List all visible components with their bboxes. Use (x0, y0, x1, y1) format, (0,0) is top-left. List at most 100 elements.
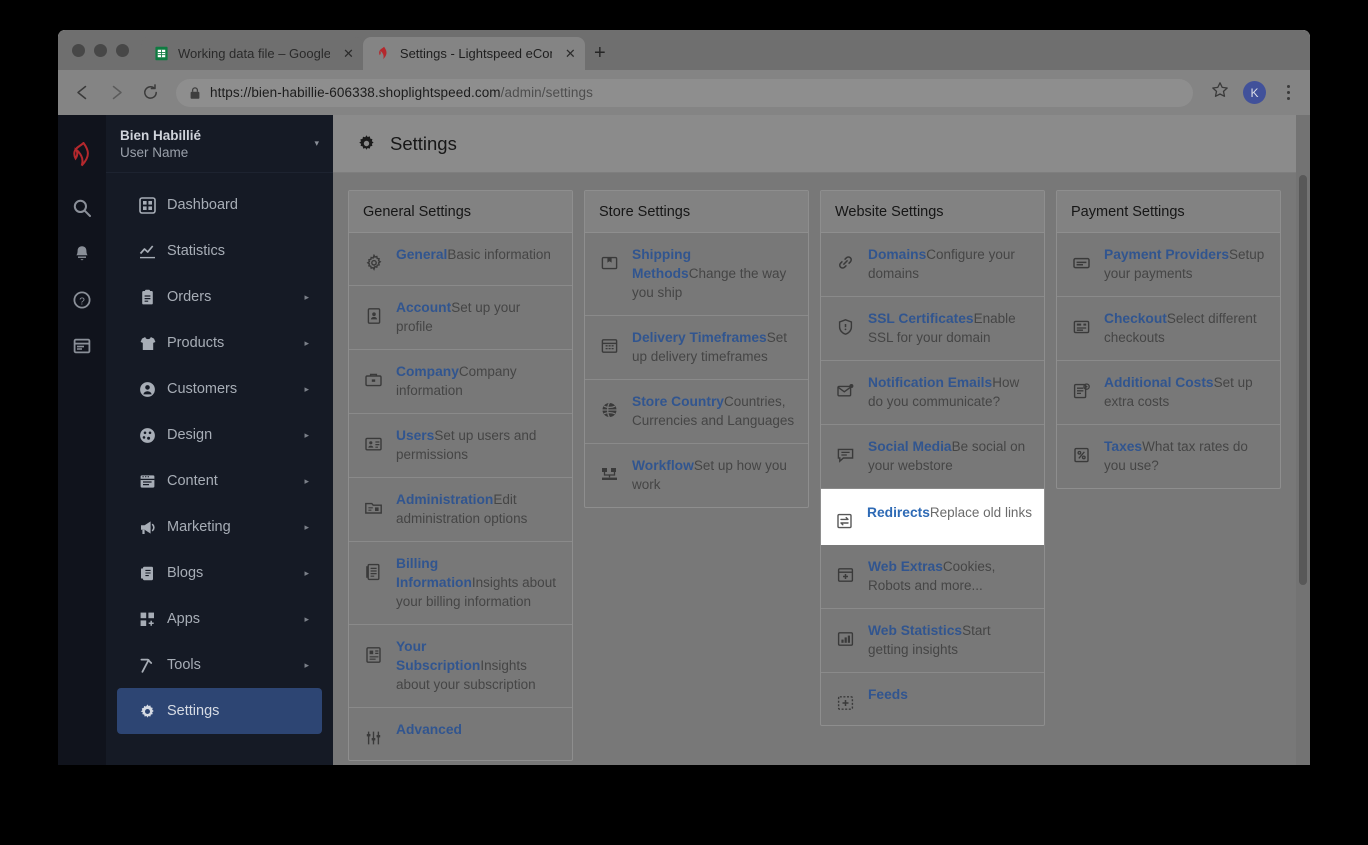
sidebar-item-marketing[interactable]: Marketing ▸ (117, 504, 322, 550)
lightspeed-flame-logo (58, 127, 106, 185)
sidebar-item-orders[interactable]: Orders ▸ (117, 274, 322, 320)
settings-row-redirects[interactable]: RedirectsReplace old links (821, 489, 1044, 545)
sidebar-item-label: Marketing (167, 519, 231, 535)
design-palette-icon (139, 427, 167, 444)
checkout-register-icon (1071, 309, 1092, 336)
sidebar-item-blogs[interactable]: Blogs ▸ (117, 550, 322, 596)
row-title: Taxes (1104, 439, 1143, 454)
settings-row-billing-information[interactable]: Billing InformationInsights about your b… (349, 542, 572, 625)
sidebar-item-label: Apps (167, 611, 201, 627)
sidebar-item-statistics[interactable]: Statistics (117, 228, 322, 274)
tab-title: Working data file – Google She (178, 46, 330, 61)
gear-icon (363, 245, 384, 272)
vertical-scrollbar[interactable] (1299, 175, 1307, 755)
sidebar-item-customers[interactable]: Customers ▸ (117, 366, 322, 412)
new-tab-button[interactable]: + (585, 37, 615, 70)
settings-row-feeds[interactable]: Feeds (821, 673, 1044, 725)
sidebar-item-label: Orders (167, 289, 212, 305)
webstore-window-icon[interactable] (58, 323, 106, 369)
browser-menu-button[interactable] (1280, 85, 1296, 100)
settings-row-general[interactable]: GeneralBasic information (349, 233, 572, 286)
dashboard-grid-icon (139, 196, 167, 214)
minimize-window-button[interactable] (94, 43, 107, 57)
statistics-chart-icon (139, 243, 167, 260)
settings-row-store-country[interactable]: Store CountryCountries, Currencies and L… (585, 380, 808, 444)
help-question-icon[interactable]: ? (58, 277, 106, 323)
submenu-arrow: ▸ (304, 291, 309, 302)
gear-icon (357, 134, 376, 153)
advanced-sliders-icon (363, 720, 384, 747)
bookmark-star-icon[interactable] (1211, 81, 1229, 104)
back-button[interactable] (72, 83, 92, 103)
forward-button[interactable] (106, 83, 126, 103)
redirect-arrows-icon (834, 503, 855, 530)
settings-row-administration[interactable]: AdministrationEdit administration option… (349, 478, 572, 542)
settings-row-shipping-methods[interactable]: Shipping MethodsChange the way you ship (585, 233, 808, 316)
settings-row-users[interactable]: UsersSet up users and permissions (349, 414, 572, 478)
row-title: Billing Information (396, 556, 472, 590)
browser-tab-lightspeed-settings[interactable]: Settings - Lightspeed eCom ✕ (362, 37, 585, 70)
settings-row-checkout[interactable]: CheckoutSelect different checkouts (1057, 297, 1280, 361)
settings-row-taxes[interactable]: TaxesWhat tax rates do you use? (1057, 425, 1280, 488)
sidebar-item-design[interactable]: Design ▸ (117, 412, 322, 458)
settings-row-advanced[interactable]: Advanced (349, 708, 572, 760)
scrollbar-thumb[interactable] (1299, 175, 1307, 585)
settings-row-your-subscription[interactable]: Your SubscriptionInsights about your sub… (349, 625, 572, 708)
submenu-arrow: ▸ (304, 383, 309, 394)
settings-row-notification-emails[interactable]: Notification EmailsHow do you communicat… (821, 361, 1044, 425)
apps-grid-plus-icon (139, 611, 167, 628)
notifications-bell-icon[interactable] (58, 231, 106, 277)
row-title: Checkout (1104, 311, 1167, 326)
settings-row-web-extras[interactable]: Web ExtrasCookies, Robots and more... (821, 545, 1044, 609)
settings-row-delivery-timeframes[interactable]: Delivery TimeframesSet up delivery timef… (585, 316, 808, 380)
sidebar-item-label: Content (167, 473, 218, 489)
reload-button[interactable] (140, 83, 160, 103)
sidebar-item-products[interactable]: Products ▸ (117, 320, 322, 366)
close-window-button[interactable] (72, 43, 85, 57)
settings-row-ssl-certificates[interactable]: SSL CertificatesEnable SSL for your doma… (821, 297, 1044, 361)
window-controls (70, 30, 141, 70)
close-tab-button[interactable]: ✕ (565, 47, 576, 60)
row-title: Account (396, 300, 452, 315)
card-heading: Store Settings (585, 191, 808, 233)
shipping-box-icon (599, 245, 620, 272)
settings-row-social-media[interactable]: Social MediaBe social on your webstore (821, 425, 1044, 489)
address-bar[interactable]: https://bien-habillie-606338.shoplightsp… (176, 78, 1193, 107)
settings-row-additional-costs[interactable]: Additional CostsSet up extra costs (1057, 361, 1280, 425)
settings-row-workflow[interactable]: WorkflowSet up how you work (585, 444, 808, 507)
row-title: Feeds (868, 687, 908, 702)
percent-box-icon (1071, 437, 1092, 464)
marketing-megaphone-icon (139, 519, 167, 536)
submenu-arrow: ▸ (304, 337, 309, 348)
sidebar-nav: Bien Habillié User Name ▾ Dashboard Stat… (106, 115, 333, 765)
row-title: Redirects (867, 505, 930, 520)
url-path: /admin/settings (500, 85, 593, 100)
sidebar-menu: Dashboard Statistics Orders ▸ Products ▸… (106, 173, 333, 734)
calendar-grid-icon (599, 328, 620, 355)
settings-row-account[interactable]: AccountSet up your profile (349, 286, 572, 350)
settings-card-website: Website Settings DomainsConfigure your d… (820, 190, 1045, 726)
submenu-arrow: ▸ (304, 567, 309, 578)
settings-row-domains[interactable]: DomainsConfigure your domains (821, 233, 1044, 297)
maximize-window-button[interactable] (116, 43, 129, 57)
invoice-icon (363, 554, 384, 581)
chevron-down-icon[interactable]: ▾ (314, 138, 319, 149)
additional-costs-doc-icon (1071, 373, 1092, 400)
sidebar-item-apps[interactable]: Apps ▸ (117, 596, 322, 642)
settings-card-general: General Settings GeneralBasic informatio… (348, 190, 573, 761)
settings-row-payment-providers[interactable]: Payment ProvidersSetup your payments (1057, 233, 1280, 297)
settings-row-company[interactable]: CompanyCompany information (349, 350, 572, 414)
sidebar-item-content[interactable]: Content ▸ (117, 458, 322, 504)
search-icon[interactable] (58, 185, 106, 231)
sidebar-item-label: Tools (167, 657, 201, 673)
sidebar-item-settings[interactable]: Settings (117, 688, 322, 734)
browser-tab-google-sheets[interactable]: Working data file – Google She ✕ (141, 37, 363, 70)
avatar[interactable]: K (1243, 81, 1266, 104)
account-switcher[interactable]: Bien Habillié User Name ▾ (106, 115, 333, 173)
sidebar-item-dashboard[interactable]: Dashboard (117, 182, 322, 228)
settings-row-web-statistics[interactable]: Web StatisticsStart getting insights (821, 609, 1044, 673)
sidebar-item-tools[interactable]: Tools ▸ (117, 642, 322, 688)
close-tab-button[interactable]: ✕ (343, 47, 354, 60)
submenu-arrow: ▸ (304, 429, 309, 440)
link-chain-icon (835, 245, 856, 272)
